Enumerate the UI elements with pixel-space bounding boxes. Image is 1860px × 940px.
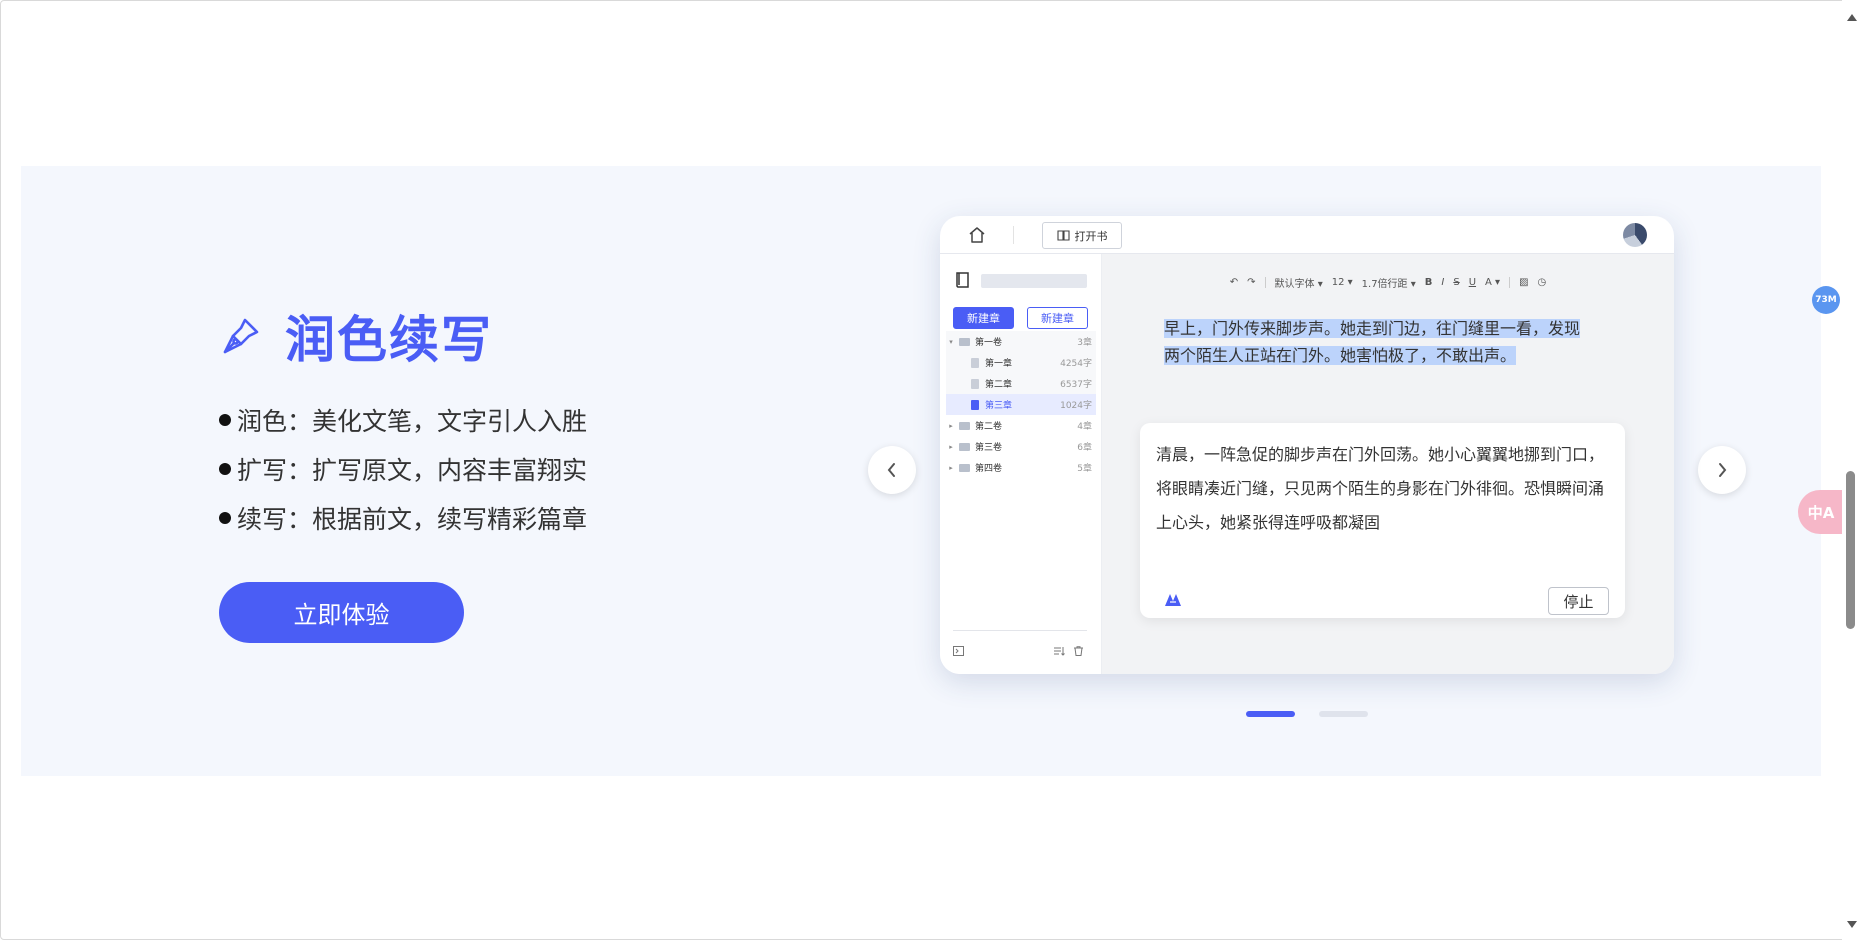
scrollbar-thumb[interactable]	[1846, 471, 1855, 629]
underline-button[interactable]: U	[1469, 277, 1476, 288]
volume-item[interactable]: ▸ 第四卷 5章	[946, 457, 1096, 478]
new-chapter-outline-button[interactable]: 新建章	[1027, 307, 1088, 329]
font-select[interactable]: 默认字体 ▾	[1275, 275, 1323, 290]
redo-icon[interactable]: ↷	[1247, 277, 1255, 288]
chapter-item[interactable]: 第一章 4254字	[946, 352, 1096, 373]
topbar-divider	[1013, 226, 1014, 244]
chevron-left-icon	[887, 463, 895, 477]
feature-title: 润色续写	[285, 311, 493, 369]
ai-logo-icon	[1165, 594, 1181, 606]
caret-right-icon: ▸	[949, 442, 953, 451]
editor-area: ↶ ↷ 默认字体 ▾ 12 ▾ 1.7倍行距 ▾ B I S U A ▾ ▨ ◷…	[1102, 254, 1674, 674]
chapter-sidebar: 新建章 新建章 ▾ 第一卷 3章 第一章 4254字 第二章 6537字 第三章	[940, 254, 1102, 674]
carousel-dot-active[interactable]	[1246, 711, 1295, 717]
carousel-dot[interactable]	[1319, 711, 1368, 717]
bullet-dot	[219, 511, 231, 524]
book-open-icon	[1056, 230, 1070, 241]
book-name-placeholder	[981, 274, 1087, 288]
sidebar-divider	[953, 630, 1087, 631]
format-toolbar: ↶ ↷ 默认字体 ▾ 12 ▾ 1.7倍行距 ▾ B I S U A ▾ ▨ ◷	[1102, 275, 1674, 290]
sort-icon[interactable]	[1054, 646, 1065, 656]
scroll-down-arrow-icon[interactable]	[1847, 921, 1857, 928]
toolbar-divider	[1509, 276, 1511, 288]
open-book-button[interactable]: 打开书	[1042, 222, 1122, 249]
file-icon	[971, 357, 979, 368]
volume-item[interactable]: ▸ 第三卷 6章	[946, 436, 1096, 457]
caret-right-icon: ▸	[949, 421, 953, 430]
undo-icon[interactable]: ↶	[1230, 277, 1238, 288]
new-chapter-button[interactable]: 新建章	[953, 307, 1014, 329]
folder-icon	[959, 442, 970, 451]
chevron-right-icon	[1719, 463, 1727, 477]
feature-bullet-expand: 扩写：扩写原文，内容丰富翔实	[219, 444, 719, 493]
home-icon[interactable]	[968, 226, 986, 244]
stop-button[interactable]: 停止	[1548, 587, 1609, 615]
selected-paragraph[interactable]: 早上，门外传来脚步声。她走到门边，往门缝里一看，发现两个陌生人正站在门外。她害怕…	[1164, 315, 1586, 369]
bullet-dot	[219, 413, 231, 426]
feature-bullet-polish: 润色：美化文笔，文字引人入胜	[219, 395, 719, 444]
feature-bullet-list: 润色：美化文笔，文字引人入胜 扩写：扩写原文，内容丰富翔实 续写：根据前文，续写…	[219, 395, 719, 542]
carousel-prev-button[interactable]	[868, 446, 916, 494]
font-color-button[interactable]: A ▾	[1485, 277, 1500, 288]
font-size-select[interactable]: 12 ▾	[1332, 277, 1353, 288]
file-icon	[971, 399, 979, 410]
folder-icon	[959, 337, 970, 346]
mockup-topbar: 打开书	[940, 216, 1674, 254]
folder-icon	[959, 463, 970, 472]
memory-badge[interactable]: 73M	[1812, 286, 1840, 314]
page-scrollbar[interactable]	[1842, 0, 1860, 940]
bullet-dot	[219, 462, 231, 475]
caret-right-icon: ▸	[949, 463, 953, 472]
italic-button[interactable]: I	[1441, 277, 1444, 288]
toolbar-divider	[1264, 276, 1266, 288]
pen-icon	[223, 318, 259, 354]
folder-icon	[959, 421, 970, 430]
file-icon	[971, 378, 979, 389]
format-brush-icon[interactable]: ▨	[1519, 277, 1528, 288]
chapter-item-active[interactable]: 第三章 1024字	[946, 394, 1096, 415]
translate-button[interactable]: 中A	[1798, 490, 1844, 534]
bold-button[interactable]: B	[1425, 277, 1433, 288]
history-icon[interactable]: ◷	[1538, 277, 1547, 288]
ai-output-text: 清晨，一阵急促的脚步声在门外回荡。她小心翼翼地挪到门口，将眼睛凑近门缝，只见两个…	[1156, 445, 1605, 532]
carousel-indicators	[1246, 711, 1368, 717]
line-spacing-select[interactable]: 1.7倍行距 ▾	[1362, 275, 1416, 290]
feature-block: 润色续写 润色：美化文笔，文字引人入胜 扩写：扩写原文，内容丰富翔实 续写：根据…	[219, 300, 587, 643]
book-icon	[956, 272, 969, 288]
strikethrough-button[interactable]: S	[1453, 277, 1459, 288]
editor-mockup: 打开书 新建章 新建章 ▾ 第一卷 3章 第一章 4254字 第二章 6537字	[940, 216, 1674, 674]
try-now-button[interactable]: 立即体验	[219, 582, 464, 643]
chapter-tree: ▾ 第一卷 3章 第一章 4254字 第二章 6537字 第三章 1024字 ▸…	[946, 329, 1096, 478]
chapter-item[interactable]: 第二章 6537字	[946, 373, 1096, 394]
feature-title-row: 润色续写	[219, 300, 493, 372]
caret-down-icon: ▾	[949, 337, 953, 346]
volume-item[interactable]: ▾ 第一卷 3章	[946, 331, 1096, 352]
trash-icon[interactable]	[1073, 646, 1084, 656]
volume-item[interactable]: ▸ 第二卷 4章	[946, 415, 1096, 436]
carousel-next-button[interactable]	[1698, 446, 1746, 494]
scroll-up-arrow-icon[interactable]	[1847, 14, 1857, 21]
avatar[interactable]	[1623, 223, 1647, 247]
ai-result-card: 清晨，一阵急促的脚步声在门外回荡。她小心翼翼地挪到门口，将眼睛凑近门缝，只见两个…	[1140, 423, 1625, 618]
collapse-sidebar-icon[interactable]	[953, 646, 964, 656]
feature-bullet-continue: 续写：根据前文，续写精彩篇章	[219, 493, 719, 542]
